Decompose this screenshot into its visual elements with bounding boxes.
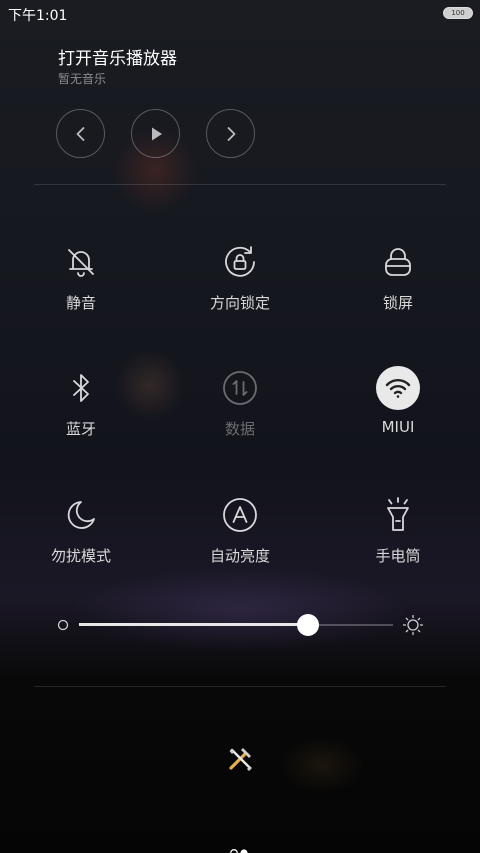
toggle-flashlight[interactable]: 手电筒 <box>338 493 458 573</box>
previous-button[interactable] <box>56 109 105 158</box>
toggle-label: 自动亮度 <box>209 547 270 565</box>
toggle-silent[interactable]: 静音 <box>21 240 141 320</box>
mobile-data-icon <box>218 366 262 410</box>
toggle-auto-brightness[interactable]: 自动亮度 <box>180 493 300 573</box>
next-button[interactable] <box>206 109 255 158</box>
music-subtitle: 暂无音乐 <box>58 72 107 86</box>
tools-button[interactable] <box>226 745 254 773</box>
play-icon <box>151 127 162 140</box>
brightness-high-icon <box>402 614 424 636</box>
rotation-lock-icon <box>218 240 262 284</box>
toggle-rotation-lock[interactable]: 方向锁定 <box>180 240 300 320</box>
bell-off-icon <box>59 240 103 284</box>
toggle-label: 方向锁定 <box>209 294 270 312</box>
toggle-label: 锁屏 <box>382 294 413 312</box>
brightness-slider[interactable] <box>55 612 425 638</box>
toggle-wifi[interactable]: MIUI <box>338 366 458 446</box>
divider <box>34 686 446 687</box>
divider <box>34 184 446 185</box>
toggle-bluetooth[interactable]: 蓝牙 <box>21 366 141 446</box>
battery-icon: 100 <box>443 7 473 19</box>
toggle-label: 蓝牙 <box>65 420 96 438</box>
toggle-label: MIUI <box>381 418 415 436</box>
wifi-icon <box>376 366 420 410</box>
status-bar: 下午1:01 100 <box>0 0 480 26</box>
brightness-low-icon <box>57 619 69 631</box>
music-title[interactable]: 打开音乐播放器 <box>58 44 177 69</box>
chevron-right-icon <box>227 126 235 141</box>
tools-icon <box>229 748 252 771</box>
toggle-lock-screen[interactable]: 锁屏 <box>338 240 458 320</box>
flashlight-icon <box>376 493 420 537</box>
toggle-mobile-data[interactable]: 数据 <box>180 366 300 446</box>
toggle-label: 勿扰模式 <box>50 547 111 565</box>
lock-icon <box>376 240 420 284</box>
auto-brightness-icon <box>218 493 262 537</box>
toggle-label: 数据 <box>224 420 255 438</box>
chevron-left-icon <box>76 126 84 141</box>
brightness-thumb[interactable] <box>297 614 320 636</box>
moon-icon <box>59 493 103 537</box>
bluetooth-icon <box>59 366 103 410</box>
play-button[interactable] <box>131 109 180 158</box>
toggle-label: 手电筒 <box>375 547 421 565</box>
toggle-do-not-disturb[interactable]: 勿扰模式 <box>21 493 141 573</box>
toggle-label: 静音 <box>65 294 96 312</box>
brightness-fill <box>79 623 309 626</box>
page-indicator <box>229 843 253 853</box>
status-time: 下午1:01 <box>8 8 68 24</box>
